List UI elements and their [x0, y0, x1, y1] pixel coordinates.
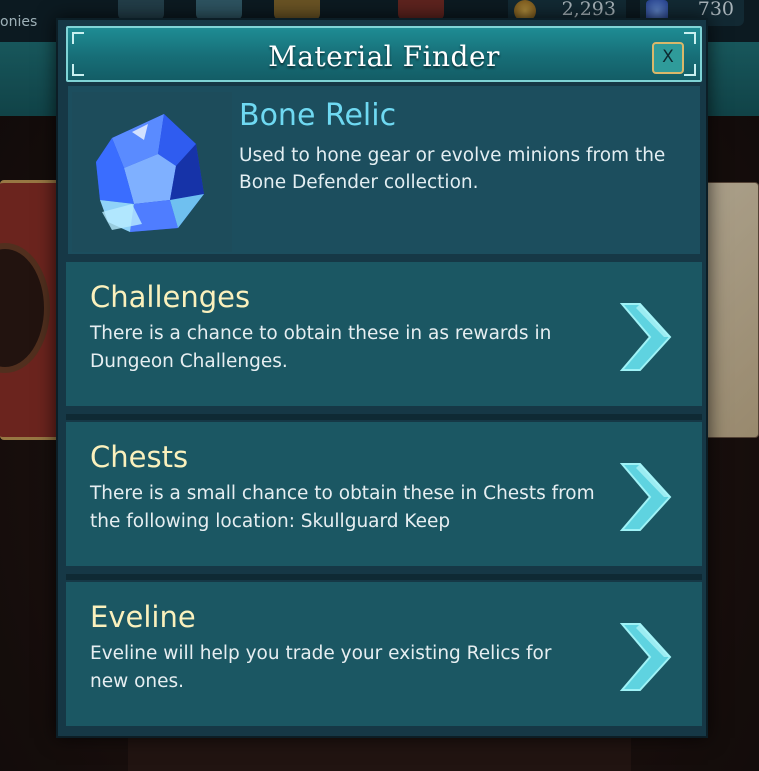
chevron-right-icon[interactable] — [618, 622, 674, 692]
dialog-header: Material Finder X — [66, 26, 702, 82]
divider — [66, 414, 702, 420]
blue-crystal-relic-icon — [72, 92, 232, 252]
dialog-title: Material Finder — [268, 40, 500, 73]
source-description: Eveline will help you trade your existin… — [90, 643, 552, 692]
game-screen: onies 2,293 730 Material Finder X Bone R… — [0, 0, 759, 771]
divider — [66, 574, 702, 580]
source-title: Chests — [90, 440, 189, 474]
chevron-right-icon[interactable] — [618, 302, 674, 372]
source-title: Challenges — [90, 280, 251, 314]
source-description: There is a chance to obtain these in as … — [90, 323, 552, 372]
material-finder-dialog: Material Finder X Bone Relic Used to hon… — [56, 18, 708, 738]
item-name: Bone Relic — [239, 98, 397, 133]
source-eveline[interactable]: Eveline Eveline will help you trade your… — [66, 582, 702, 726]
close-button[interactable]: X — [652, 42, 684, 74]
source-description: There is a small chance to obtain these … — [90, 483, 595, 532]
source-challenges[interactable]: Challenges There is a chance to obtain t… — [66, 262, 702, 406]
source-chests[interactable]: Chests There is a small chance to obtain… — [66, 422, 702, 566]
item-description: Used to hone gear or evolve minions from… — [239, 145, 666, 193]
chevron-right-icon[interactable] — [618, 462, 674, 532]
item-info: Bone Relic Used to hone gear or evolve m… — [68, 86, 700, 254]
source-title: Eveline — [90, 600, 196, 634]
